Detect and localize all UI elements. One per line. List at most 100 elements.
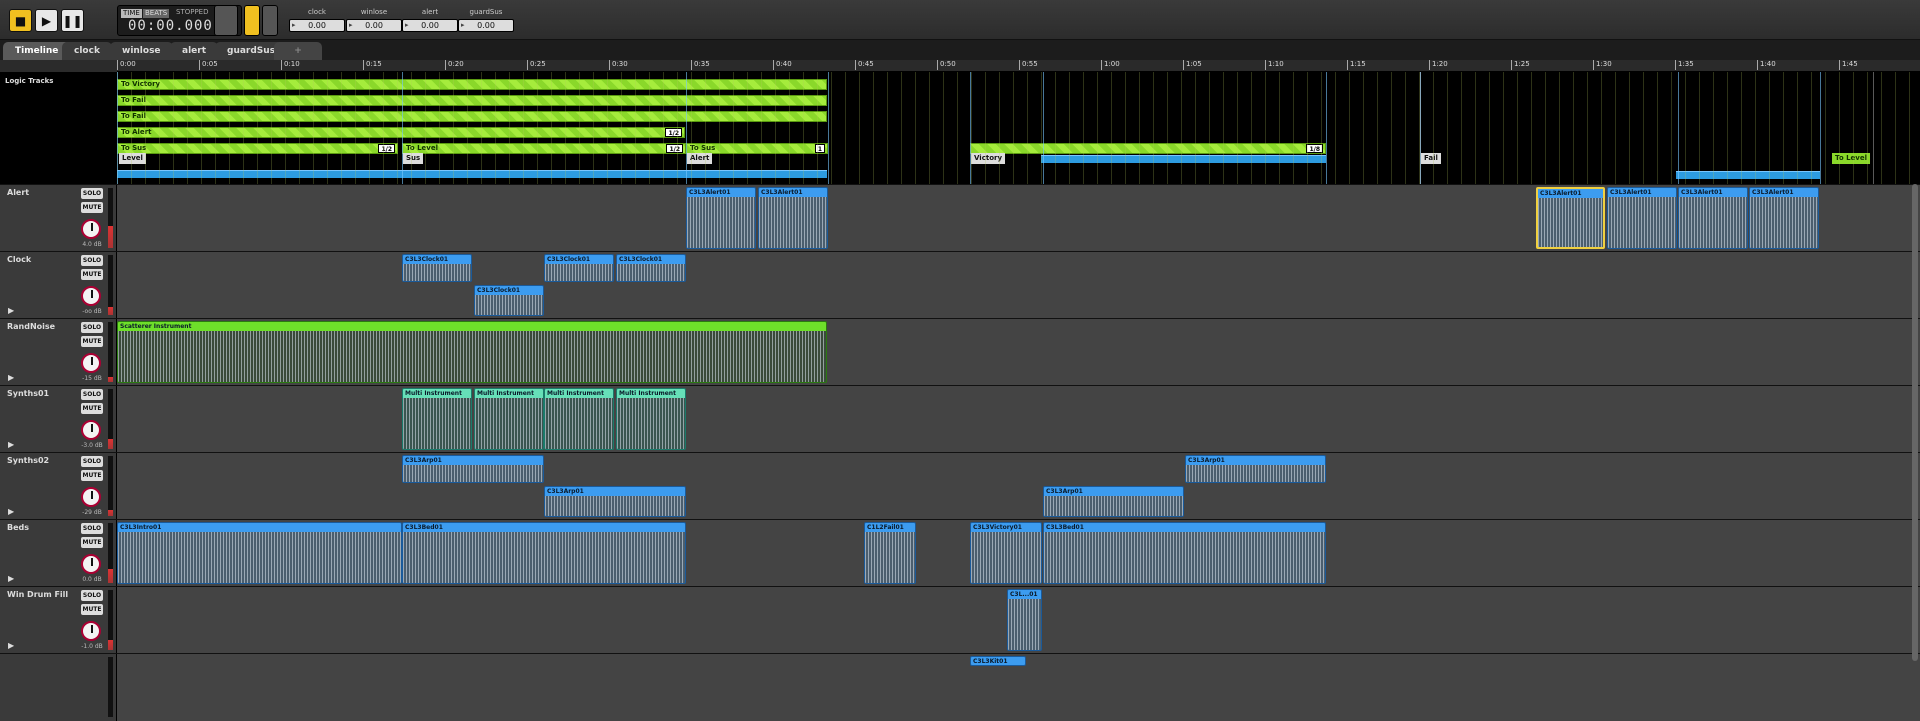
mute-button[interactable]: MUTE [81,537,103,548]
audio-clip[interactable]: C3L3Bed01 [1043,522,1326,584]
grid-view-icon[interactable] [262,5,278,36]
expand-icon[interactable]: ▶ [8,507,14,516]
mute-button[interactable]: MUTE [81,269,103,280]
track-lane[interactable]: C3L3Clock01 C3L3Clock01 C3L3Clock01 C3L3Clo… [117,252,1920,319]
solo-button[interactable]: SOLO [81,523,103,534]
tab-clock[interactable]: clock [62,42,112,60]
audio-clip[interactable]: C3L3Clock01 [544,254,614,282]
audio-clip[interactable]: C3L3Alert01 [1678,187,1748,249]
solo-button[interactable]: SOLO [81,255,103,266]
logic-marker[interactable]: Sus [403,153,424,164]
beats-mode-tag[interactable]: BEATS [143,9,170,18]
param-value-field[interactable]: 0.00 [402,19,458,32]
solo-button[interactable]: SOLO [81,590,103,601]
track-lane[interactable]: C3L3Arp01 C3L3Arp01 C3L3Arp01 C3L3Arp01 [117,453,1920,520]
track-lane[interactable]: C3L3Kit01 [117,654,1920,721]
param-value-field[interactable]: 0.00 [346,19,402,32]
mute-button[interactable]: MUTE [81,470,103,481]
solo-button[interactable]: SOLO [81,389,103,400]
expand-icon[interactable]: ▶ [8,373,14,382]
audio-clip[interactable]: C3L3Intro01 [117,522,402,584]
audio-clip[interactable]: C3L3Victory01 [970,522,1042,584]
logic-region-bar[interactable] [1676,171,1820,179]
audio-clip[interactable]: Multi Instrument [544,388,614,450]
time-mode-tag[interactable]: TIME [121,9,142,18]
mute-button[interactable]: MUTE [81,604,103,615]
logic-transition-bar[interactable]: To Level 1/2 [402,143,686,154]
param-value-field[interactable]: 0.00 [458,19,514,32]
audio-clip[interactable]: C3L3Kit01 [970,656,1026,666]
audio-clip[interactable]: Multi Instrument [474,388,544,450]
mute-button[interactable]: MUTE [81,403,103,414]
audio-clip[interactable]: C3L3Arp01 [1043,486,1184,517]
volume-knob[interactable] [81,420,101,440]
audio-clip[interactable]: Multi Instrument [402,388,472,450]
logic-transition-bar[interactable]: To Alert 1/2 [117,127,685,138]
track-name[interactable]: Beds [7,523,29,532]
add-tab-button[interactable]: + [274,42,322,60]
logic-transition-bar[interactable]: To Fail [117,95,827,106]
logic-marker[interactable]: Fail [1421,153,1441,164]
solo-button[interactable]: SOLO [81,456,103,467]
solo-button[interactable]: SOLO [81,322,103,333]
track-lane[interactable]: C3L3Intro01 C3L3Bed01 C1L2Fail01 C3L3Victor… [117,520,1920,587]
volume-knob[interactable] [81,621,101,641]
vertical-scrollbar[interactable] [1912,184,1918,661]
volume-knob[interactable] [81,286,101,306]
solo-button[interactable]: SOLO [81,188,103,199]
audio-clip[interactable]: C1L2Fail01 [864,522,916,584]
audio-clip[interactable]: C3L3Clock01 [402,254,472,282]
expand-icon[interactable]: ▶ [8,306,14,315]
audio-clip[interactable]: Multi Instrument [616,388,686,450]
volume-knob[interactable] [81,353,101,373]
volume-knob[interactable] [81,487,101,507]
logic-region-bar[interactable] [117,170,827,178]
track-name[interactable]: Clock [7,255,31,264]
audio-clip[interactable]: C3L3Bed01 [402,522,686,584]
logic-transition-bar[interactable]: To Victory [117,79,827,90]
param-value-field[interactable]: 0.00 [289,19,345,32]
track-name[interactable]: Win Drum Fill [7,590,68,599]
track-name[interactable]: Synths02 [7,456,49,465]
audio-clip[interactable]: C3L3Alert01 [686,187,756,249]
logic-marker[interactable]: Level [119,153,146,164]
mute-button[interactable]: MUTE [81,336,103,347]
track-name[interactable]: RandNoise [7,322,55,331]
timeline-ruler[interactable]: 0:00 0:05 0:10 0:15 0:20 0:25 0:30 0:35 0:40 0:45… [117,60,1920,72]
track-name[interactable]: Synths01 [7,389,49,398]
track-lane[interactable]: C3L3Alert01 C3L3Alert01 C3L3Alert01 C3L3Ale… [117,185,1920,252]
audio-clip[interactable]: C3L3Alert01 [1607,187,1677,249]
stop-button[interactable]: ■ [9,9,32,32]
expand-icon[interactable]: ▶ [8,574,14,583]
pause-button[interactable]: ❚❚ [61,9,84,32]
audio-clip[interactable]: C3L3Alert01 [1536,187,1605,249]
logic-transition-bar[interactable]: To Fail [117,111,827,122]
level-meter-fill [108,640,113,650]
audio-clip[interactable]: C3L3Arp01 [402,455,544,483]
tab-alert[interactable]: alert [170,42,219,60]
play-button[interactable]: ▶ [35,9,58,32]
track-lane[interactable]: C3L...01 [117,587,1920,654]
audio-clip[interactable]: C3L3Clock01 [616,254,686,282]
audio-clip[interactable]: C3L...01 [1007,589,1042,651]
audio-clip[interactable]: C3L3Clock01 [474,285,544,316]
mute-button[interactable]: MUTE [81,202,103,213]
track-name[interactable]: Alert [7,188,29,197]
volume-knob[interactable] [81,554,101,574]
expand-icon[interactable]: ▶ [8,641,14,650]
audio-clip[interactable]: C3L3Arp01 [544,486,686,517]
audio-clip[interactable]: C3L3Alert01 [1749,187,1819,249]
audio-clip[interactable]: Scatterer Instrument [117,321,827,383]
tab-timeline[interactable]: Timeline [3,42,71,60]
loop-tools-icon[interactable] [214,5,238,36]
audio-clip[interactable]: C3L3Arp01 [1185,455,1326,483]
volume-knob[interactable] [81,219,101,239]
audio-clip[interactable]: C3L3Alert01 [758,187,828,249]
track-lane[interactable]: Scatterer Instrument [117,319,1920,386]
logic-marker[interactable]: To Level [1832,153,1871,164]
expand-icon[interactable]: ▶ [8,440,14,449]
logic-transition-bar[interactable]: 1/8 [970,143,1326,154]
track-lane[interactable]: Multi Instrument Multi Instrument Multi In… [117,386,1920,453]
list-view-icon[interactable] [244,5,260,36]
tab-winlose[interactable]: winlose [110,42,173,60]
